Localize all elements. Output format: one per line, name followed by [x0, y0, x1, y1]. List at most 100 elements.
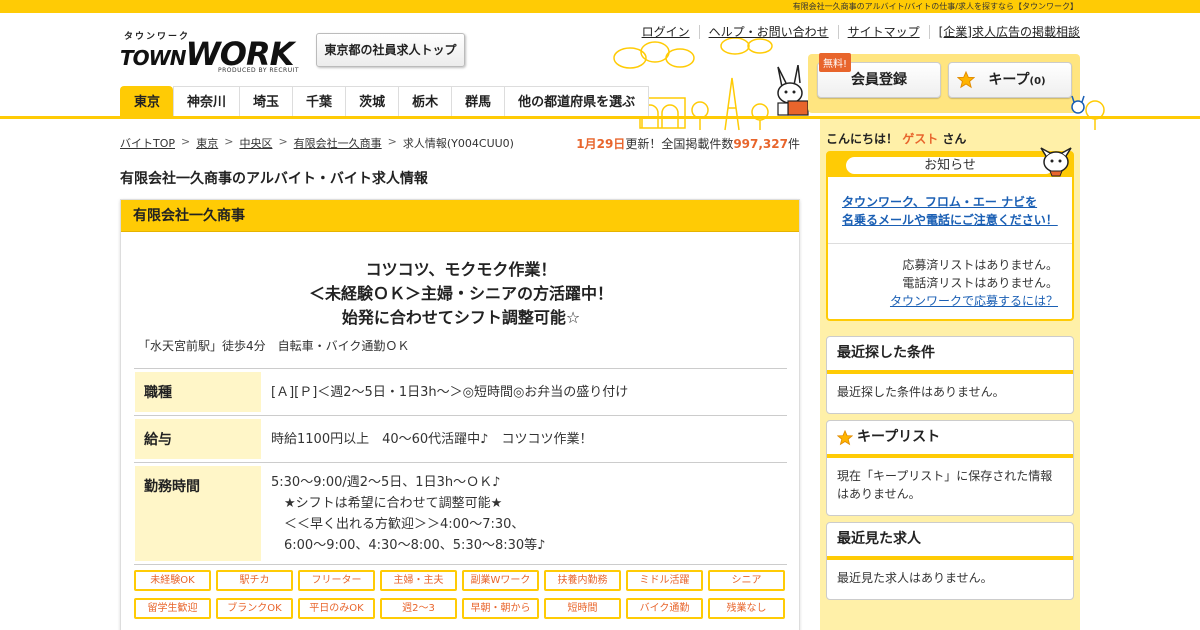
- recent-search-title: 最近探した条件: [827, 337, 1073, 374]
- greeting: こんにちは！ ゲスト さん: [826, 130, 966, 147]
- prefecture-nav: 東京 神奈川 埼玉 千葉 茨城 栃木 群馬 他の都道府県を選ぶ: [120, 86, 650, 117]
- catch-line: コツコツ、モクモク作業！: [365, 260, 557, 279]
- listing-count: 997,327: [733, 137, 788, 151]
- job-catchcopy: コツコツ、モクモク作業！ ＜未経験ＯＫ＞主婦・シニアの方活躍中！ 始発に合わせて…: [121, 258, 801, 330]
- top-banner-bar: 有限会社一久商事のアルバイト/バイトの仕事/求人を探すなら【タウンワーク】: [0, 0, 1200, 13]
- update-text: 更新！全国掲載件数: [625, 137, 734, 151]
- notice-box: お知らせ タウンワーク、フロム・エー ナビを 名乗るメールや電話にご注意ください…: [826, 151, 1074, 321]
- breadcrumb-separator: >: [181, 135, 191, 148]
- update-unit: 件: [787, 137, 800, 151]
- logo-produced-by: PRODUCED BY RECRUIT: [218, 67, 300, 74]
- breadcrumb-separator: >: [278, 135, 288, 148]
- nav-tab-chiba[interactable]: 千葉: [292, 86, 346, 117]
- tag-near-station[interactable]: 駅チカ: [216, 570, 293, 591]
- free-badge: 無料!: [819, 53, 852, 72]
- tag-freeter[interactable]: フリーター: [298, 570, 375, 591]
- keep-count: (0): [1029, 76, 1046, 87]
- keep-list-box: キープリスト 現在「キープリスト」に保存された情報はありません。: [826, 420, 1074, 516]
- salary-value: 時給1100円以上 40～60代活躍中♪ コツコツ作業！: [271, 432, 593, 447]
- breadcrumb-separator: >: [387, 135, 397, 148]
- keep-list-title: キープリスト: [857, 429, 941, 445]
- recent-search-box: 最近探した条件 最近探した条件はありません。: [826, 336, 1074, 414]
- breadcrumb-chuo[interactable]: 中央区: [239, 135, 272, 151]
- guest-name: ゲスト: [902, 132, 939, 146]
- nav-tab-other-prefectures[interactable]: 他の都道府県を選ぶ: [504, 86, 650, 117]
- job-info-table: 職種 [Ａ][Ｐ]＜週2～5日・1日3h～＞◎短時間◎お弁当の盛り付け 給与 時…: [134, 368, 787, 565]
- catch-line: ＜未経験ＯＫ＞主婦・シニアの方活躍中！: [308, 284, 613, 303]
- keep-list-body: 現在「キープリスト」に保存された情報はありません。: [837, 469, 1053, 501]
- tag-within-dependent[interactable]: 扶養内勤務: [544, 570, 621, 591]
- breadcrumb: バイトTOP > 東京 > 中央区 > 有限会社一久商事 > 求人情報(Y004…: [120, 135, 514, 151]
- breadcrumb-tokyo[interactable]: 東京: [196, 135, 218, 151]
- work-hours-value: 5:30～9:00/週2～5日、1日3h～ＯＫ♪ ★シフトは希望に合わせて調整可…: [271, 475, 546, 553]
- job-type-label: 職種: [135, 372, 261, 412]
- breadcrumb-baito-top[interactable]: バイトTOP: [120, 135, 175, 151]
- site-header: タウンワーク TOWNWORK PRODUCED BY RECRUIT 東京都の…: [0, 13, 1200, 131]
- tag-no-overtime[interactable]: 残業なし: [708, 598, 785, 619]
- breadcrumb-separator: >: [224, 135, 234, 148]
- mascot-dog-icon: [1040, 147, 1072, 177]
- keep-label: キープ: [988, 72, 1030, 88]
- notice-divider: [828, 243, 1072, 244]
- access-info: 「水天宮前駅」徒歩4分 自転車・バイク通勤ＯＫ: [138, 339, 410, 353]
- update-info: 1月29日更新！全国掲載件数997,327件: [576, 135, 800, 152]
- tag-short-hours[interactable]: 短時間: [544, 598, 621, 619]
- employer-ad-link[interactable]: [企業]求人広告の掲載相談: [928, 25, 1080, 39]
- job-type-value: [Ａ][Ｐ]＜週2～5日・1日3h～＞◎短時間◎お弁当の盛り付け: [271, 385, 629, 400]
- tag-bike-commute[interactable]: バイク通勤: [626, 598, 703, 619]
- salary-label: 給与: [135, 419, 261, 459]
- feature-tags: 未経験OK 駅チカ フリーター 主婦・主夫 副業Wワーク 扶養内勤務 ミドル活躍…: [134, 570, 794, 619]
- header-links: ログイン ヘルプ・お問い合わせ サイトマップ [企業]求人広告の掲載相談: [633, 25, 1080, 39]
- tag-side-job[interactable]: 副業Wワーク: [462, 570, 539, 591]
- mascot-small-icon: [1071, 95, 1085, 114]
- keep-list-header: キープリスト: [827, 421, 1073, 458]
- recent-viewed-body: 最近見た求人はありません。: [837, 571, 993, 585]
- tag-weekdays-only[interactable]: 平日のみOK: [298, 598, 375, 619]
- recent-viewed-title: 最近見た求人: [827, 523, 1073, 560]
- keep-button[interactable]: キープ(0): [948, 62, 1072, 98]
- tag-intl-students[interactable]: 留学生歓迎: [134, 598, 211, 619]
- page-title: 有限会社一久商事のアルバイト・バイト求人情報: [120, 171, 428, 187]
- recent-viewed-box: 最近見た求人 最近見た求人はありません。: [826, 522, 1074, 600]
- star-icon: [957, 71, 975, 89]
- breadcrumb-current: 求人情報(Y004CUU0): [402, 137, 514, 150]
- nav-tab-tokyo[interactable]: 東京: [120, 86, 174, 117]
- nav-tab-kanagawa[interactable]: 神奈川: [173, 86, 240, 117]
- work-hours-label: 勤務時間: [135, 466, 261, 561]
- tokyo-jobs-top-button[interactable]: 東京都の社員求人トップ: [316, 33, 465, 67]
- company-name[interactable]: 有限会社一久商事: [121, 200, 799, 232]
- salary-row: 給与 時給1100円以上 40～60代活躍中♪ コツコツ作業！: [134, 416, 787, 463]
- job-type-row: 職種 [Ａ][Ｐ]＜週2～5日・1日3h～＞◎短時間◎お弁当の盛り付け: [134, 369, 787, 416]
- greeting-prefix: こんにちは！: [826, 132, 899, 146]
- applied-list-status: 応募済リストはありません。: [902, 258, 1058, 272]
- fraud-warning-link[interactable]: タウンワーク、フロム・エー ナビを 名乗るメールや電話にご注意ください！: [842, 193, 1058, 229]
- townwork-logo[interactable]: タウンワーク TOWNWORK PRODUCED BY RECRUIT: [120, 29, 299, 77]
- tag-homemaker[interactable]: 主婦・主夫: [380, 570, 457, 591]
- nav-tab-tochigi[interactable]: 栃木: [398, 86, 452, 117]
- greeting-suffix: さん: [942, 132, 967, 146]
- work-hours-row: 勤務時間 5:30～9:00/週2～5日、1日3h～ＯＫ♪ ★シフトは希望に合わ…: [134, 463, 787, 565]
- recent-search-body: 最近探した条件はありません。: [837, 385, 1005, 399]
- tag-senior[interactable]: シニア: [708, 570, 785, 591]
- star-icon: [837, 429, 853, 445]
- tag-2-3-days[interactable]: 週2～3: [380, 598, 457, 619]
- tag-early-morning[interactable]: 早朝・朝から: [462, 598, 539, 619]
- sitemap-link[interactable]: サイトマップ: [837, 25, 929, 39]
- nav-tab-saitama[interactable]: 埼玉: [239, 86, 293, 117]
- job-card: 有限会社一久商事 コツコツ、モクモク作業！ ＜未経験ＯＫ＞主婦・シニアの方活躍中…: [120, 199, 800, 630]
- tag-blank-ok[interactable]: ブランクOK: [216, 598, 293, 619]
- called-list-status: 電話済リストはありません。: [902, 276, 1058, 290]
- nav-tab-gunma[interactable]: 群馬: [451, 86, 505, 117]
- nav-tab-ibaraki[interactable]: 茨城: [345, 86, 399, 117]
- notice-title: お知らせ: [844, 155, 1056, 176]
- login-link[interactable]: ログイン: [633, 25, 699, 39]
- tag-middle-age[interactable]: ミドル活躍: [626, 570, 703, 591]
- catch-line: 始発に合わせてシフト調整可能☆: [341, 308, 581, 327]
- breadcrumb-company[interactable]: 有限会社一久商事: [294, 135, 382, 151]
- help-link[interactable]: ヘルプ・お問い合わせ: [698, 25, 838, 39]
- applied-status: 応募済リストはありません。 電話済リストはありません。 タウンワークで応募するに…: [890, 256, 1058, 310]
- tag-no-experience[interactable]: 未経験OK: [134, 570, 211, 591]
- top-banner-text: 有限会社一久商事のアルバイト/バイトの仕事/求人を探すなら【タウンワーク】: [792, 2, 1078, 11]
- how-to-apply-link[interactable]: タウンワークで応募するには？: [890, 294, 1058, 308]
- update-date: 1月29日: [576, 137, 626, 151]
